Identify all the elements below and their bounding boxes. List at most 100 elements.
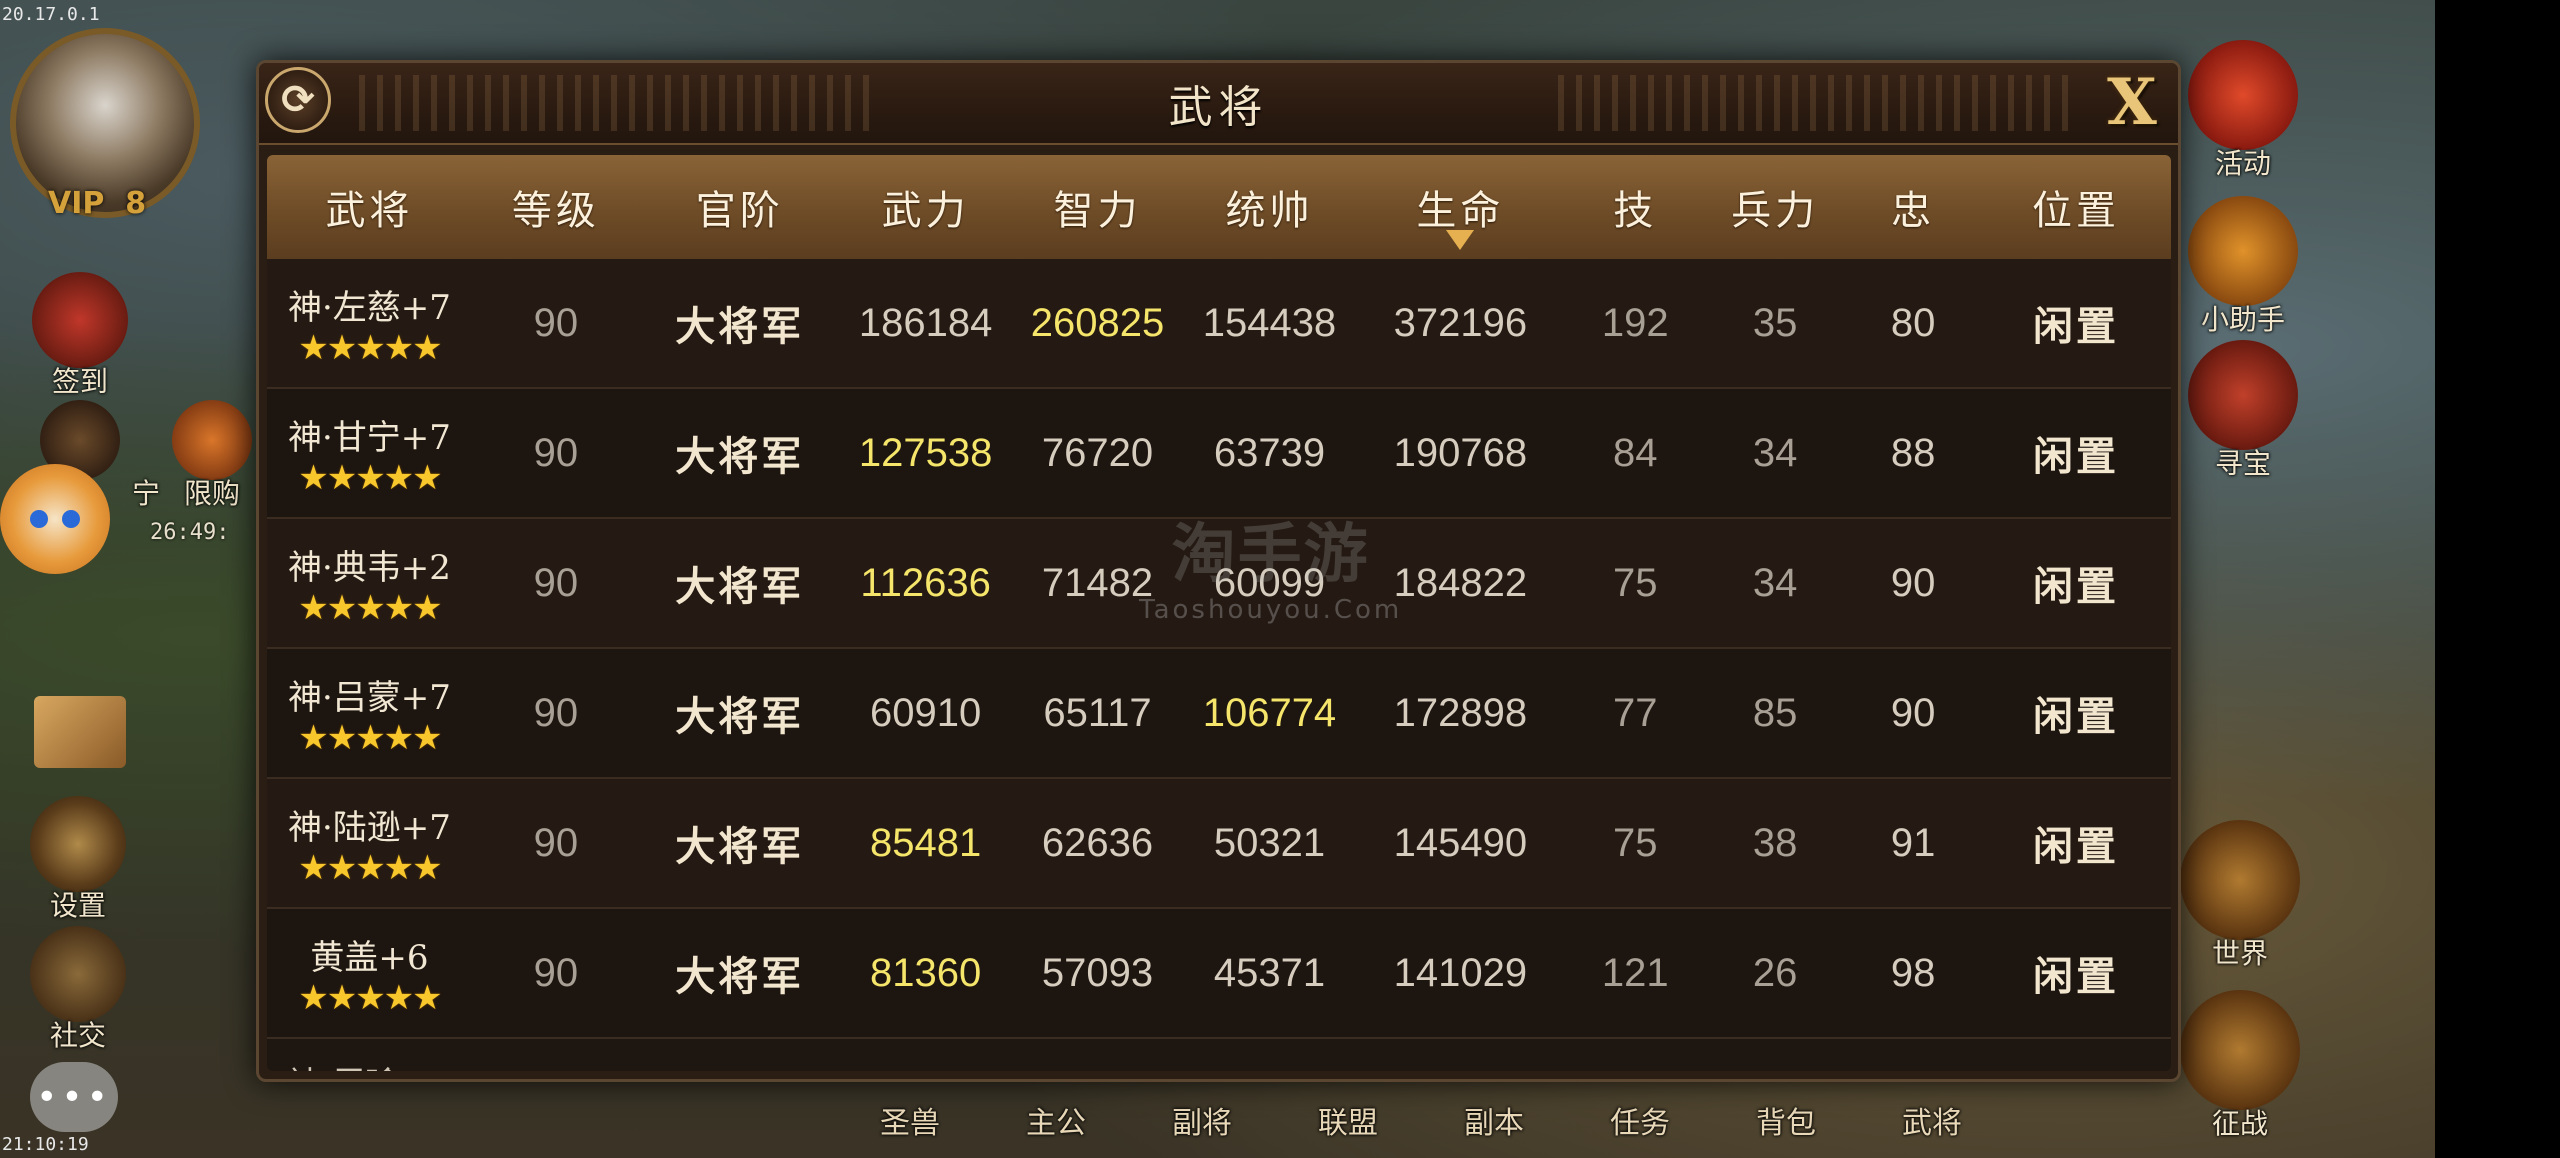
generals-table: 武将 等级 官阶 武力 智力 统帅 生命 技 兵力 忠 位置 神·左慈+7 ★★★… <box>267 155 2171 1071</box>
gift-icon <box>172 400 252 480</box>
general-name: 神·甘宁+7 <box>287 417 451 458</box>
rank-cell: 大将军 <box>675 433 805 480</box>
force-cell: 112636 <box>860 560 991 605</box>
loyalty-cell: 91 <box>1890 820 1936 865</box>
star-rating-icon: ★★★★★ <box>298 328 442 367</box>
col-header-troops[interactable]: 兵力 <box>1705 178 1845 236</box>
command-cell: 45371 <box>1213 950 1326 995</box>
cat-assistant-icon[interactable] <box>0 464 110 574</box>
general-cell[interactable]: 神·典韦+2 ★★★★★ <box>267 540 472 627</box>
refresh-button[interactable]: ⟳ <box>265 67 331 133</box>
activity-button[interactable]: 活动 <box>2188 40 2298 182</box>
hp-cell: 145490 <box>1393 820 1528 865</box>
table-row[interactable]: 神·典韦+2 ★★★★★ 90 大将军 112636 71482 60099 184822 75… <box>267 519 2171 649</box>
partial-next-row: 神·周瑜 <box>287 1057 400 1071</box>
cat-eye-icon <box>30 510 48 528</box>
sign-in-button[interactable]: 签到 <box>32 272 128 400</box>
settings-button[interactable]: 设置 <box>30 796 126 924</box>
mail-icon[interactable] <box>34 696 126 768</box>
limited-buy-button[interactable]: 限购 <box>172 400 252 512</box>
general-cell[interactable]: 神·吕蒙+7 ★★★★★ <box>267 670 472 757</box>
position-cell: 闲置 <box>2033 303 2120 350</box>
troops-cell: 26 <box>1752 950 1798 995</box>
skill-cell: 121 <box>1601 950 1669 995</box>
menu-alliance[interactable]: 联盟 <box>1318 1098 1378 1142</box>
skill-cell: 192 <box>1601 300 1669 345</box>
position-cell: 闲置 <box>2033 693 2120 740</box>
table-row[interactable]: 神·甘宁+7 ★★★★★ 90 大将军 127538 76720 63739 190768 84… <box>267 389 2171 519</box>
command-cell: 106774 <box>1202 690 1337 735</box>
col-header-command[interactable]: 统帅 <box>1184 178 1356 236</box>
screen-edge <box>2435 0 2560 1158</box>
menu-quest[interactable]: 任务 <box>1610 1098 1670 1142</box>
general-name: 神·左慈+7 <box>287 287 451 328</box>
campaign-button[interactable]: 征战 <box>2180 990 2300 1142</box>
intellect-cell: 76720 <box>1041 430 1154 475</box>
menu-deputy[interactable]: 副将 <box>1172 1098 1232 1142</box>
loyalty-cell: 90 <box>1890 690 1936 735</box>
col-header-skill[interactable]: 技 <box>1565 178 1705 236</box>
loyalty-cell: 90 <box>1890 560 1936 605</box>
intellect-cell: 65117 <box>1043 690 1152 735</box>
troops-cell: 38 <box>1752 820 1798 865</box>
skill-cell: 84 <box>1613 430 1658 475</box>
dragon-icon <box>2180 820 2300 940</box>
rank-cell: 大将军 <box>675 953 805 1000</box>
col-header-hp[interactable]: 生命 <box>1355 178 1565 250</box>
troops-cell: 85 <box>1752 690 1798 735</box>
table-row[interactable]: 神·吕蒙+7 ★★★★★ 90 大将军 60910 65117 106774 172898 77… <box>267 649 2171 779</box>
hp-cell: 141029 <box>1393 950 1528 995</box>
status-bottom: 21:10:19 <box>2 1134 89 1155</box>
loyalty-cell: 80 <box>1890 300 1936 345</box>
close-button[interactable]: X <box>2096 65 2168 140</box>
gear-icon <box>30 796 126 892</box>
world-button[interactable]: 世界 <box>2180 820 2300 972</box>
col-header-general[interactable]: 武将 <box>267 178 472 236</box>
menu-beast[interactable]: 圣兽 <box>880 1098 940 1142</box>
treasure-button[interactable]: 寻宝 <box>2188 340 2298 482</box>
vip-badge: VIP 8 <box>48 186 147 221</box>
generals-panel: 武将 ⟳ X 武将 等级 官阶 武力 智力 统帅 生命 技 兵力 忠 位置 神·… <box>256 60 2181 1082</box>
menu-bag[interactable]: 背包 <box>1756 1098 1816 1142</box>
status-top: 20.17.0.1 <box>2 4 100 25</box>
skill-cell: 75 <box>1613 820 1658 865</box>
command-cell: 63739 <box>1213 430 1326 475</box>
menu-lord[interactable]: 主公 <box>1026 1098 1086 1142</box>
col-header-position[interactable]: 位置 <box>1981 178 2171 236</box>
panel-title-bar: 武将 ⟳ X <box>259 63 2178 145</box>
col-header-intellect[interactable]: 智力 <box>1012 178 1184 236</box>
helmet-icon <box>30 926 126 1022</box>
level-cell: 90 <box>533 950 579 995</box>
treasure-chest-icon <box>2188 340 2298 450</box>
cat-eye-icon <box>62 510 80 528</box>
menu-generals[interactable]: 武将 <box>1902 1098 1962 1142</box>
troops-cell: 35 <box>1752 300 1798 345</box>
col-header-loyalty[interactable]: 忠 <box>1845 178 1981 236</box>
command-cell: 50321 <box>1213 820 1326 865</box>
general-cell[interactable]: 神·甘宁+7 ★★★★★ <box>267 410 472 497</box>
table-row[interactable]: 神·左慈+7 ★★★★★ 90 大将军 186184 260825 154438 372196… <box>267 259 2171 389</box>
chat-button[interactable]: ••• <box>30 1062 118 1132</box>
col-header-level[interactable]: 等级 <box>472 178 640 236</box>
col-header-rank[interactable]: 官阶 <box>640 178 840 236</box>
general-cell[interactable]: 神·左慈+7 ★★★★★ <box>267 280 472 367</box>
general-cell[interactable]: 神·陆逊+7 ★★★★★ <box>267 800 472 887</box>
loyalty-cell: 98 <box>1890 950 1936 995</box>
table-row[interactable]: 神·陆逊+7 ★★★★★ 90 大将军 85481 62636 50321 145490 75 3… <box>267 779 2171 909</box>
table-row[interactable]: 黄盖+6 ★★★★★ 90 大将军 81360 57093 45371 141029 121 26… <box>267 909 2171 1039</box>
star-rating-icon: ★★★★★ <box>298 458 442 497</box>
rank-cell: 大将军 <box>675 563 805 610</box>
star-rating-icon: ★★★★★ <box>298 588 442 627</box>
force-cell: 186184 <box>858 300 993 345</box>
general-name: 神·陆逊+7 <box>287 807 451 848</box>
position-cell: 闲置 <box>2033 953 2120 1000</box>
level-cell: 90 <box>533 430 579 475</box>
social-button[interactable]: 社交 <box>30 926 126 1054</box>
col-header-force[interactable]: 武力 <box>840 178 1012 236</box>
general-cell[interactable]: 黄盖+6 ★★★★★ <box>267 930 472 1017</box>
helper-button[interactable]: 小助手 <box>2188 196 2298 338</box>
hp-cell: 184822 <box>1393 560 1528 605</box>
menu-dungeon[interactable]: 副本 <box>1464 1098 1524 1142</box>
skill-cell: 77 <box>1613 690 1658 735</box>
sort-desc-icon <box>1446 230 1475 250</box>
